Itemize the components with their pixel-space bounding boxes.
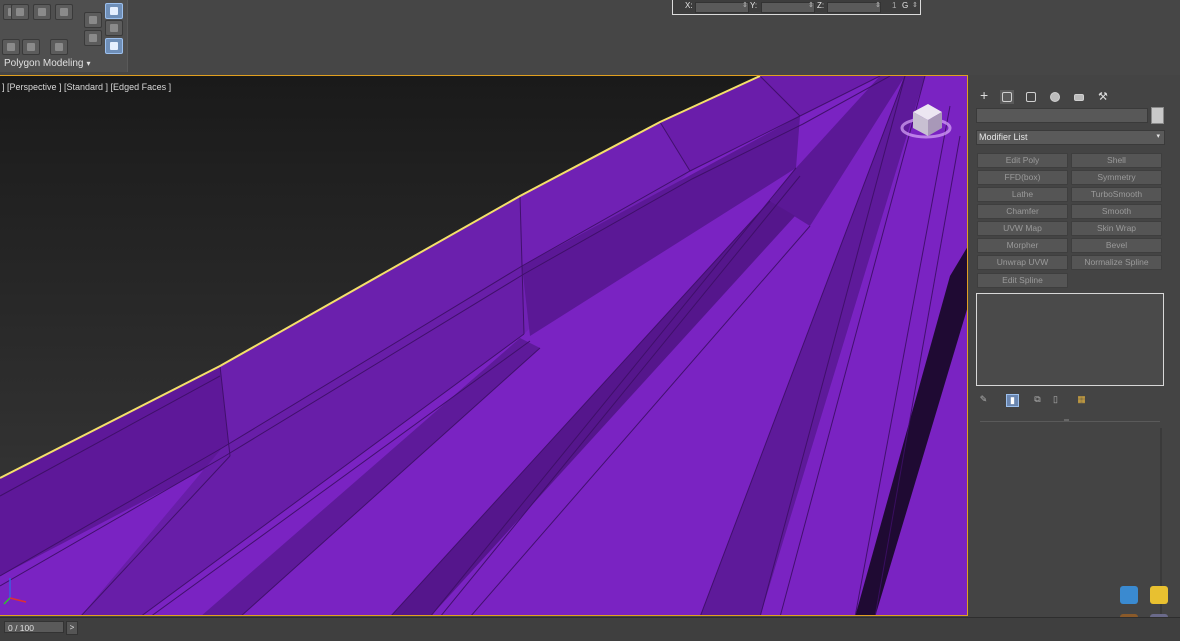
main-toolbar: [0, 0, 1180, 75]
modifier-list-label: Modifier List: [979, 132, 1028, 142]
grid-spinner-icon[interactable]: ⇕: [912, 1, 918, 9]
object-color-swatch[interactable]: [1151, 107, 1164, 124]
utilities-icon[interactable]: ⚒: [1096, 90, 1110, 104]
ribbon-tool-button[interactable]: [33, 4, 51, 20]
ribbon-tool-button[interactable]: [84, 30, 102, 46]
modifier-button[interactable]: Shell: [1071, 153, 1162, 168]
modifier-button[interactable]: TurboSmooth: [1071, 187, 1162, 202]
polygon-modeling-tab[interactable]: Polygon Modeling ▾: [4, 58, 91, 69]
modifier-button[interactable]: Edit Poly: [977, 153, 1068, 168]
viewport-label[interactable]: ] [Perspective ] [Standard ] [Edged Face…: [2, 82, 171, 92]
modifier-stack[interactable]: [976, 293, 1164, 386]
perspective-viewport[interactable]: [0, 75, 968, 616]
modifier-button[interactable]: Edit Spline: [977, 273, 1068, 288]
ribbon-tool-button[interactable]: [55, 4, 73, 20]
z-coord-field[interactable]: [827, 2, 881, 13]
modifier-button[interactable]: Skin Wrap: [1071, 221, 1162, 236]
remove-modifier-icon[interactable]: ▯: [1050, 394, 1061, 405]
object-name-input[interactable]: [976, 108, 1148, 123]
modifier-button[interactable]: FFD(box): [977, 170, 1068, 185]
modifier-button[interactable]: Symmetry: [1071, 170, 1162, 185]
y-coord-label: Y:: [750, 1, 758, 10]
modifier-button[interactable]: Smooth: [1071, 204, 1162, 219]
modifier-button[interactable]: Chamfer: [977, 204, 1068, 219]
modifier-button[interactable]: Morpher: [977, 238, 1068, 253]
coordinate-display: X: ⇕ Y: ⇕ Z: ⇕ 1 G ⇕: [672, 0, 921, 15]
modifier-button[interactable]: UVW Map: [977, 221, 1068, 236]
security-tray-icon[interactable]: [1150, 586, 1168, 604]
time-slider[interactable]: 0 / 100: [4, 621, 64, 633]
ribbon-tab-label: Polygon Modeling: [4, 58, 84, 69]
ribbon-tool-button[interactable]: [84, 12, 102, 28]
hierarchy-icon[interactable]: [1024, 90, 1038, 104]
grid-label[interactable]: G: [902, 1, 908, 10]
ribbon-tool-button[interactable]: [50, 39, 68, 55]
modifier-button[interactable]: Unwrap UVW: [977, 255, 1068, 270]
create-icon[interactable]: +: [978, 88, 992, 104]
chevron-down-icon: ▾: [1156, 133, 1160, 140]
y-spinner-icon[interactable]: ⇕: [808, 1, 814, 9]
z-coord-label: Z:: [817, 1, 825, 10]
x-spinner-icon[interactable]: ⇕: [742, 1, 748, 9]
grid-index: 1: [892, 1, 897, 10]
ribbon-tool-button[interactable]: [2, 39, 20, 55]
motion-icon[interactable]: [1048, 90, 1062, 104]
app-tray-icon[interactable]: [1120, 586, 1138, 604]
configure-modifier-sets-icon[interactable]: ▦: [1076, 394, 1087, 405]
modifier-button[interactable]: Lathe: [977, 187, 1068, 202]
ribbon-tool-button[interactable]: [105, 20, 123, 36]
modifier-button[interactable]: Normalize Spline: [1071, 255, 1162, 270]
ribbon-tool-button-selected[interactable]: [105, 3, 123, 19]
ribbon-tool-button-selected[interactable]: [105, 38, 123, 54]
make-unique-icon[interactable]: ⧉: [1032, 394, 1043, 405]
ribbon-tool-button[interactable]: [11, 4, 29, 20]
command-panel-tabs: + ⚒: [970, 80, 1180, 104]
pin-stack-icon[interactable]: ✎: [978, 394, 989, 405]
next-frame-button[interactable]: >: [66, 621, 78, 635]
display-icon[interactable]: [1072, 90, 1086, 104]
ribbon-tool-button[interactable]: [22, 39, 40, 55]
show-end-result-icon[interactable]: ▮: [1006, 394, 1019, 407]
rollout-grip-icon[interactable]: ═: [1064, 417, 1074, 424]
x-coord-label: X:: [685, 1, 693, 10]
timeline-bar: [0, 617, 1180, 641]
modifier-list-dropdown[interactable]: Modifier List ▾: [976, 130, 1165, 145]
z-spinner-icon[interactable]: ⇕: [875, 1, 881, 9]
y-coord-field[interactable]: [761, 2, 815, 13]
x-coord-field[interactable]: [695, 2, 749, 13]
modify-icon[interactable]: [1000, 90, 1014, 104]
mesh-render[interactable]: [0, 76, 968, 616]
chevron-down-icon: ▾: [86, 59, 91, 68]
modifier-button[interactable]: Bevel: [1071, 238, 1162, 253]
